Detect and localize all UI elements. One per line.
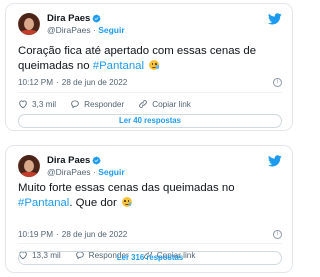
tweet-date: 28 de jun de 2022 [61,78,128,87]
author-handle[interactable]: @DiraPaes [47,167,91,177]
tweet-time: 10:19 PM [18,230,54,239]
copy-link-button[interactable]: Copiar link [138,99,191,109]
tweet-text: Coração fica até apertado com essas cena… [18,44,282,74]
timestamp-separator: · [56,230,59,239]
twitter-bird-icon[interactable] [268,13,282,25]
link-icon [139,100,148,108]
copy-link-label: Copiar link [152,99,191,109]
author-block: Dira Paes @DiraPaes · Seguir [47,13,125,35]
tweet-timestamp[interactable]: 10:12 PM · 28 de jun de 2022 [18,78,127,87]
like-count: 3,3 mil [32,99,57,109]
tweet-card[interactable]: Dira Paes @DiraPaes · Seguir Muito forte… [5,145,293,273]
tweet-text-tail: . Que dor [69,197,117,209]
hashtag-link[interactable]: #Pantanal [18,197,69,209]
tweet-actions: 3,3 mil Responder Copiar link [18,98,282,110]
author-name[interactable]: Dira Paes [47,13,90,24]
info-icon[interactable]: i [273,230,282,239]
author-handle[interactable]: @DiraPaes [47,25,91,35]
read-replies-button[interactable]: Ler 316 respostas [18,251,282,265]
hashtag-link[interactable]: #Pantanal [93,60,144,72]
reply-label: Responder [84,99,125,109]
crying-face-emoji [121,197,132,207]
tweet-timestamp[interactable]: 10:19 PM · 28 de jun de 2022 [18,230,127,239]
divider [18,92,282,93]
tweet-text: Muito forte essas cenas das queimadas no… [18,181,282,211]
tweet-header: Dira Paes @DiraPaes · Seguir [18,13,282,37]
verified-badge-icon [92,156,101,165]
tweet-text-body: Muito forte essas cenas das queimadas no [18,182,235,194]
avatar[interactable] [18,155,40,177]
reply-button[interactable]: Responder [70,99,124,109]
handle-separator: · [92,25,96,35]
tweet-header: Dira Paes @DiraPaes · Seguir [18,155,282,179]
follow-button[interactable]: Seguir [98,25,124,35]
read-replies-button[interactable]: Ler 40 respostas [18,114,282,128]
tweet-time: 10:12 PM [18,78,54,87]
author-name[interactable]: Dira Paes [47,155,90,166]
follow-button[interactable]: Seguir [98,167,124,177]
tweet-card[interactable]: Dira Paes @DiraPaes · Seguir Coração fic… [5,3,293,131]
reply-bubble-icon [71,100,79,109]
verified-badge-icon [92,14,101,23]
info-icon[interactable]: i [273,78,282,87]
crying-face-emoji [149,60,160,70]
handle-separator: · [92,167,96,177]
avatar[interactable] [18,13,40,35]
tweet-date: 28 de jun de 2022 [61,230,128,239]
timestamp-separator: · [56,78,59,87]
page: Dira Paes @DiraPaes · Seguir Coração fic… [0,0,300,277]
heart-icon [19,100,27,109]
divider [18,243,282,244]
author-block: Dira Paes @DiraPaes · Seguir [47,155,125,177]
twitter-bird-icon[interactable] [268,155,282,167]
like-button[interactable]: 3,3 mil [18,99,56,109]
